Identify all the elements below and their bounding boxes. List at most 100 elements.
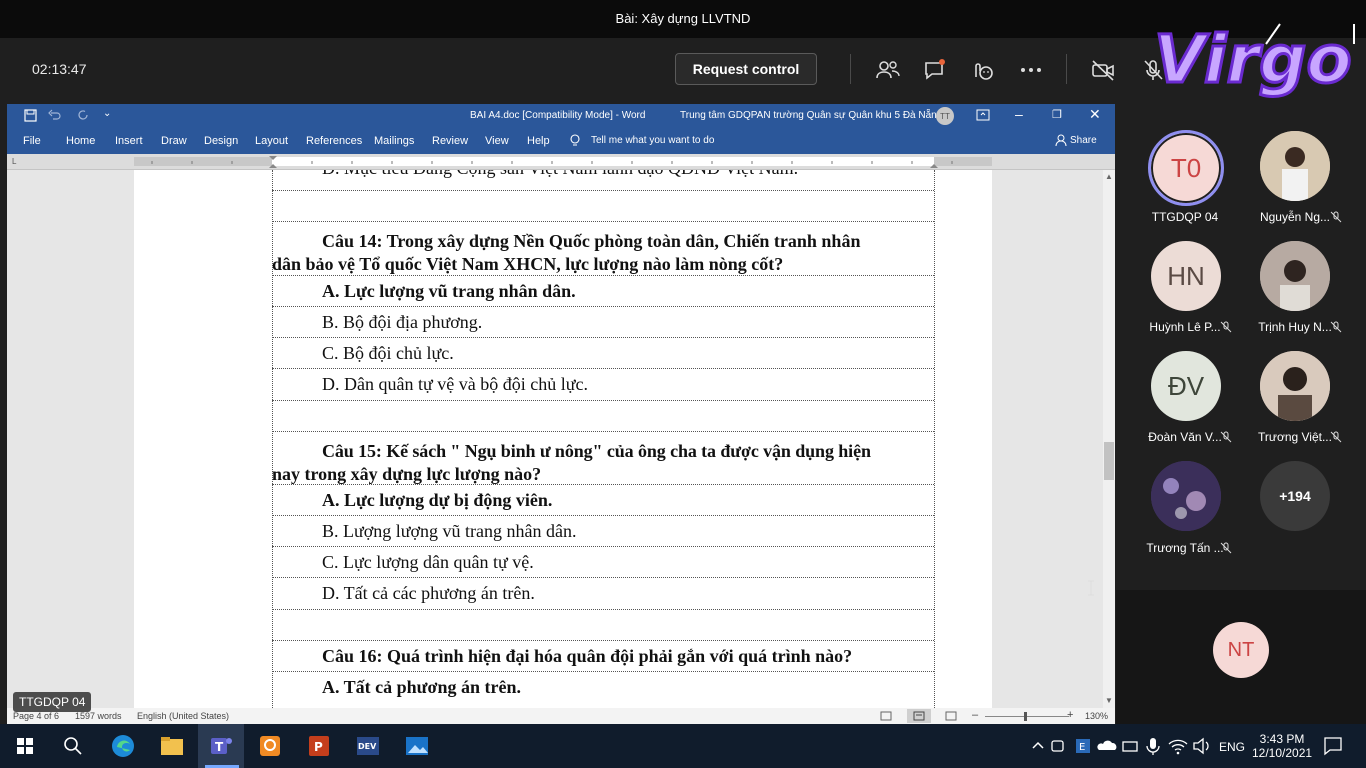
- tab-file[interactable]: File: [23, 135, 41, 147]
- lightbulb-icon: [570, 134, 580, 146]
- redo-icon[interactable]: [77, 109, 90, 122]
- undo-icon[interactable]: [47, 109, 61, 122]
- chat-icon[interactable]: [922, 57, 948, 83]
- table-row[interactable]: Câu 15: Kế sách " Ngụ binh ư nông" của ô…: [272, 431, 934, 484]
- tab-home[interactable]: Home: [66, 135, 95, 147]
- zoom-slider-thumb[interactable]: [1024, 712, 1027, 721]
- table-row[interactable]: D. Tất cả các phương án trên.: [272, 577, 934, 609]
- avatar[interactable]: HN: [1151, 241, 1221, 311]
- read-mode-icon[interactable]: [880, 711, 892, 721]
- language-status[interactable]: English (United States): [137, 711, 229, 721]
- file-explorer-icon[interactable]: [159, 733, 185, 759]
- muted-mic-icon: [1220, 321, 1232, 333]
- tab-selector[interactable]: L: [12, 157, 16, 166]
- table-row[interactable]: C. Bộ đội chủ lực.: [272, 337, 934, 368]
- word-count[interactable]: 1597 words: [75, 711, 122, 721]
- question-15-line2: nay trong xây dựng lực lượng nào?: [272, 464, 542, 484]
- edge-icon[interactable]: [110, 733, 136, 759]
- web-layout-icon[interactable]: [945, 711, 957, 721]
- reactions-icon[interactable]: [970, 57, 996, 83]
- divider: [1066, 54, 1067, 84]
- search-icon[interactable]: [60, 733, 86, 759]
- close-icon[interactable]: ✕: [1089, 106, 1101, 123]
- avatar[interactable]: ĐV: [1151, 351, 1221, 421]
- tab-mailings[interactable]: Mailings: [374, 135, 414, 147]
- zoom-slider[interactable]: [985, 716, 1069, 717]
- word-statusbar: Page 4 of 6 1597 words English (United S…: [7, 708, 1115, 724]
- table-row[interactable]: D. Mục tiêu Đảng Cộng sản Việt Nam lãnh …: [272, 170, 934, 190]
- account-avatar[interactable]: TT: [936, 107, 954, 125]
- photos-icon[interactable]: [404, 733, 430, 759]
- virgo-logo: Virgo: [1153, 20, 1355, 100]
- avatar[interactable]: [1260, 131, 1330, 201]
- tab-help[interactable]: Help: [527, 135, 550, 147]
- profile-photo-icon: [1260, 351, 1330, 421]
- table-row[interactable]: Câu 14: Trong xây dựng Nền Quốc phòng to…: [272, 221, 934, 275]
- minimize-icon[interactable]: –: [1015, 106, 1023, 122]
- microphone-icon[interactable]: [1140, 733, 1166, 759]
- input-method-icon[interactable]: E: [1070, 733, 1096, 759]
- customize-toolbar-icon[interactable]: ⌄: [103, 108, 111, 119]
- tab-layout[interactable]: Layout: [255, 135, 288, 147]
- document-page[interactable]: D. Mục tiêu Đảng Cộng sản Việt Nam lãnh …: [134, 170, 992, 708]
- page-count[interactable]: Page 4 of 6: [13, 711, 59, 721]
- tell-me-search[interactable]: Tell me what you want to do: [591, 135, 714, 146]
- word-titlebar: ⌄ BAI A4.doc [Compatibility Mode] - Word…: [7, 104, 1115, 128]
- tab-references[interactable]: References: [306, 135, 362, 147]
- tab-view[interactable]: View: [485, 135, 509, 147]
- language-indicator[interactable]: ENG: [1219, 740, 1245, 754]
- notifications-icon[interactable]: [1320, 733, 1346, 759]
- scroll-down-icon[interactable]: ▼: [1105, 696, 1113, 705]
- more-participants-button[interactable]: +194: [1260, 461, 1330, 531]
- table-row[interactable]: A. Lực lượng dự bị động viên.: [272, 484, 934, 515]
- pdf-app-icon[interactable]: [257, 733, 283, 759]
- avatar[interactable]: T0: [1148, 130, 1224, 206]
- scroll-up-icon[interactable]: ▲: [1105, 172, 1113, 181]
- wifi-icon[interactable]: [1165, 733, 1191, 759]
- zoom-out-icon[interactable]: –: [972, 709, 978, 721]
- scrollbar-thumb[interactable]: [1104, 442, 1114, 480]
- ruler[interactable]: L: [7, 154, 1115, 170]
- table-row[interactable]: [272, 609, 934, 640]
- account-name[interactable]: Trung tâm GDQPAN trường Quân sự Quân khu…: [680, 110, 942, 121]
- table-row[interactable]: [272, 400, 934, 431]
- document-area[interactable]: D. Mục tiêu Đảng Cộng sản Việt Nam lãnh …: [7, 170, 1103, 708]
- tab-insert[interactable]: Insert: [115, 135, 143, 147]
- ribbon-display-icon[interactable]: [976, 109, 990, 121]
- tab-design[interactable]: Design: [204, 135, 238, 147]
- zoom-in-icon[interactable]: +: [1067, 709, 1073, 721]
- powerpoint-icon[interactable]: P: [306, 733, 332, 759]
- meet-now-icon[interactable]: [1046, 733, 1072, 759]
- answer-a: A. Lực lượng vũ trang nhân dân.: [322, 281, 576, 301]
- restore-icon[interactable]: ❐: [1052, 108, 1062, 121]
- table-row[interactable]: B. Lượng lượng vũ trang nhân dân.: [272, 515, 934, 546]
- self-avatar[interactable]: NT: [1213, 622, 1269, 678]
- avatar[interactable]: [1260, 241, 1330, 311]
- tab-draw[interactable]: Draw: [161, 135, 187, 147]
- participants-icon[interactable]: [875, 57, 901, 83]
- taskbar-clock[interactable]: 3:43 PM 12/10/2021: [1252, 732, 1312, 760]
- teams-icon[interactable]: T: [208, 733, 234, 759]
- more-options-icon[interactable]: [1018, 57, 1044, 83]
- dev-cpp-icon[interactable]: DEV: [355, 733, 381, 759]
- table-row[interactable]: D. Dân quân tự vệ và bộ đội chủ lực.: [272, 368, 934, 400]
- vertical-scrollbar[interactable]: ▲ ▼: [1103, 170, 1115, 708]
- tab-review[interactable]: Review: [432, 135, 468, 147]
- print-layout-icon[interactable]: [913, 711, 925, 721]
- table-row[interactable]: B. Bộ đội địa phương.: [272, 306, 934, 337]
- divider: [850, 54, 851, 84]
- table-row[interactable]: A. Lực lượng vũ trang nhân dân.: [272, 275, 934, 306]
- table-row[interactable]: [272, 190, 934, 221]
- table-row[interactable]: C. Lực lượng dân quân tự vệ.: [272, 546, 934, 577]
- camera-off-icon[interactable]: [1090, 57, 1116, 83]
- windows-start-icon[interactable]: [12, 733, 38, 759]
- avatar[interactable]: [1260, 351, 1330, 421]
- share-button[interactable]: Share: [1070, 135, 1097, 146]
- request-control-button[interactable]: Request control: [675, 53, 817, 85]
- zoom-level[interactable]: 130%: [1085, 711, 1108, 721]
- table-row[interactable]: A. Tất cả phương án trên.: [272, 671, 934, 708]
- save-icon[interactable]: [24, 109, 37, 122]
- table-row[interactable]: Câu 16: Quá trình hiện đại hóa quân đội …: [272, 640, 934, 671]
- volume-icon[interactable]: [1189, 733, 1215, 759]
- avatar[interactable]: [1151, 461, 1221, 531]
